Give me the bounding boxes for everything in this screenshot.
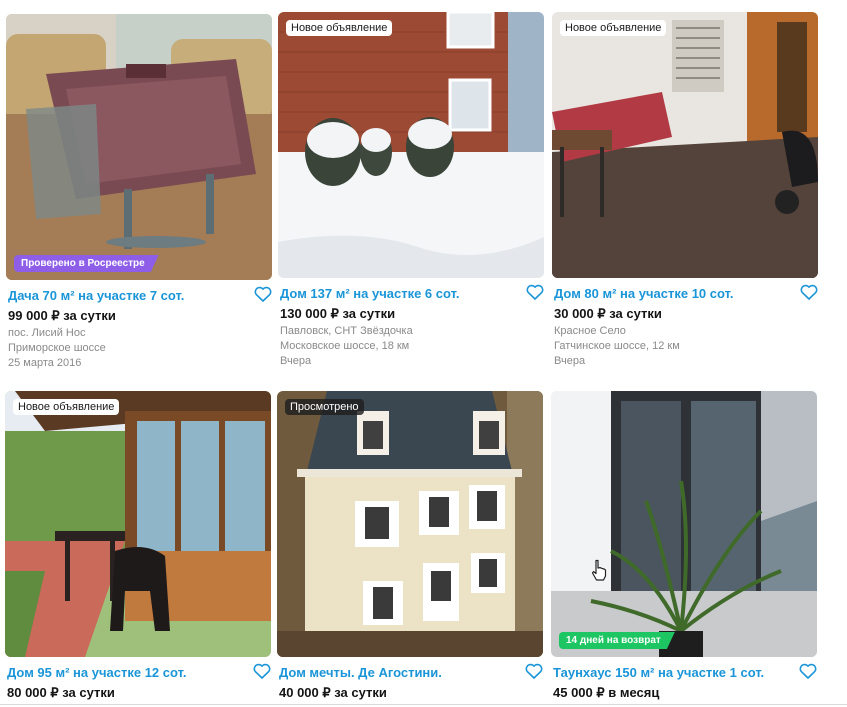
listing-price: 130 000 ₽ за сутки: [280, 306, 396, 321]
listing-title[interactable]: Дом мечты. Де Агостини.: [279, 665, 519, 681]
viewed-badge: Просмотрено: [285, 399, 364, 415]
listing-price: 40 000 ₽ за сутки: [279, 685, 387, 700]
listing-photo[interactable]: Новое объявление: [5, 391, 271, 657]
heart-outline-icon[interactable]: [526, 284, 544, 300]
townhouse-palm-photo: [551, 391, 817, 657]
listing-price: 30 000 ₽ за сутки: [554, 306, 662, 321]
snowy-house-photo: [278, 12, 544, 278]
listing-location: Красное Село: [554, 325, 626, 337]
listing-location: пос. Лисий Нос: [8, 327, 86, 339]
listing-photo[interactable]: 14 дней на возврат: [551, 391, 817, 657]
heart-outline-icon[interactable]: [800, 284, 818, 300]
listing-title[interactable]: Таунхаус 150 м² на участке 1 сот.: [553, 665, 793, 681]
listing-photo[interactable]: Новое объявление: [552, 12, 818, 278]
listing-price: 80 000 ₽ за сутки: [7, 685, 115, 700]
listing-date: Вчера: [554, 355, 586, 367]
listing-photo[interactable]: Просмотрено: [277, 391, 543, 657]
listing-price: 99 000 ₽ за сутки: [8, 308, 116, 323]
heart-outline-icon[interactable]: [254, 286, 272, 302]
heart-outline-icon[interactable]: [799, 663, 817, 679]
heart-outline-icon[interactable]: [253, 663, 271, 679]
listing-road: Московское шоссе, 18 км: [280, 340, 410, 352]
hand-pointer-icon: [591, 559, 607, 581]
return-period-badge: 14 дней на возврат: [559, 632, 675, 649]
new-listing-badge: Новое объявление: [13, 399, 120, 415]
listing-location: Павловск, СНТ Звёздочка: [280, 325, 413, 337]
listing-date: Вчера: [280, 355, 312, 367]
listing-date: 25 марта 2016: [8, 357, 82, 369]
listing-title[interactable]: Дом 137 м² на участке 6 сот.: [280, 286, 520, 302]
veranda-photo: [5, 391, 271, 657]
heart-outline-icon[interactable]: [525, 663, 543, 679]
dacha-interior-photo: [6, 14, 272, 280]
listing-photo[interactable]: Проверено в Росреестре: [6, 14, 272, 280]
dollhouse-photo: [277, 391, 543, 657]
listing-photo[interactable]: Новое объявление: [278, 12, 544, 278]
bottom-divider: [0, 704, 847, 705]
listing-road: Приморское шоссе: [8, 342, 106, 354]
listing-title[interactable]: Дом 95 м² на участке 12 сот.: [7, 665, 247, 681]
listing-title[interactable]: Дача 70 м² на участке 7 сот.: [8, 288, 248, 304]
listing-price: 45 000 ₽ в месяц: [553, 685, 660, 700]
room-interior-photo: [552, 12, 818, 278]
verified-badge: Проверено в Росреестре: [14, 255, 159, 272]
listing-road: Гатчинское шоссе, 12 км: [554, 340, 680, 352]
listing-title[interactable]: Дом 80 м² на участке 10 сот.: [554, 286, 794, 302]
new-listing-badge: Новое объявление: [560, 20, 667, 36]
new-listing-badge: Новое объявление: [286, 20, 393, 36]
